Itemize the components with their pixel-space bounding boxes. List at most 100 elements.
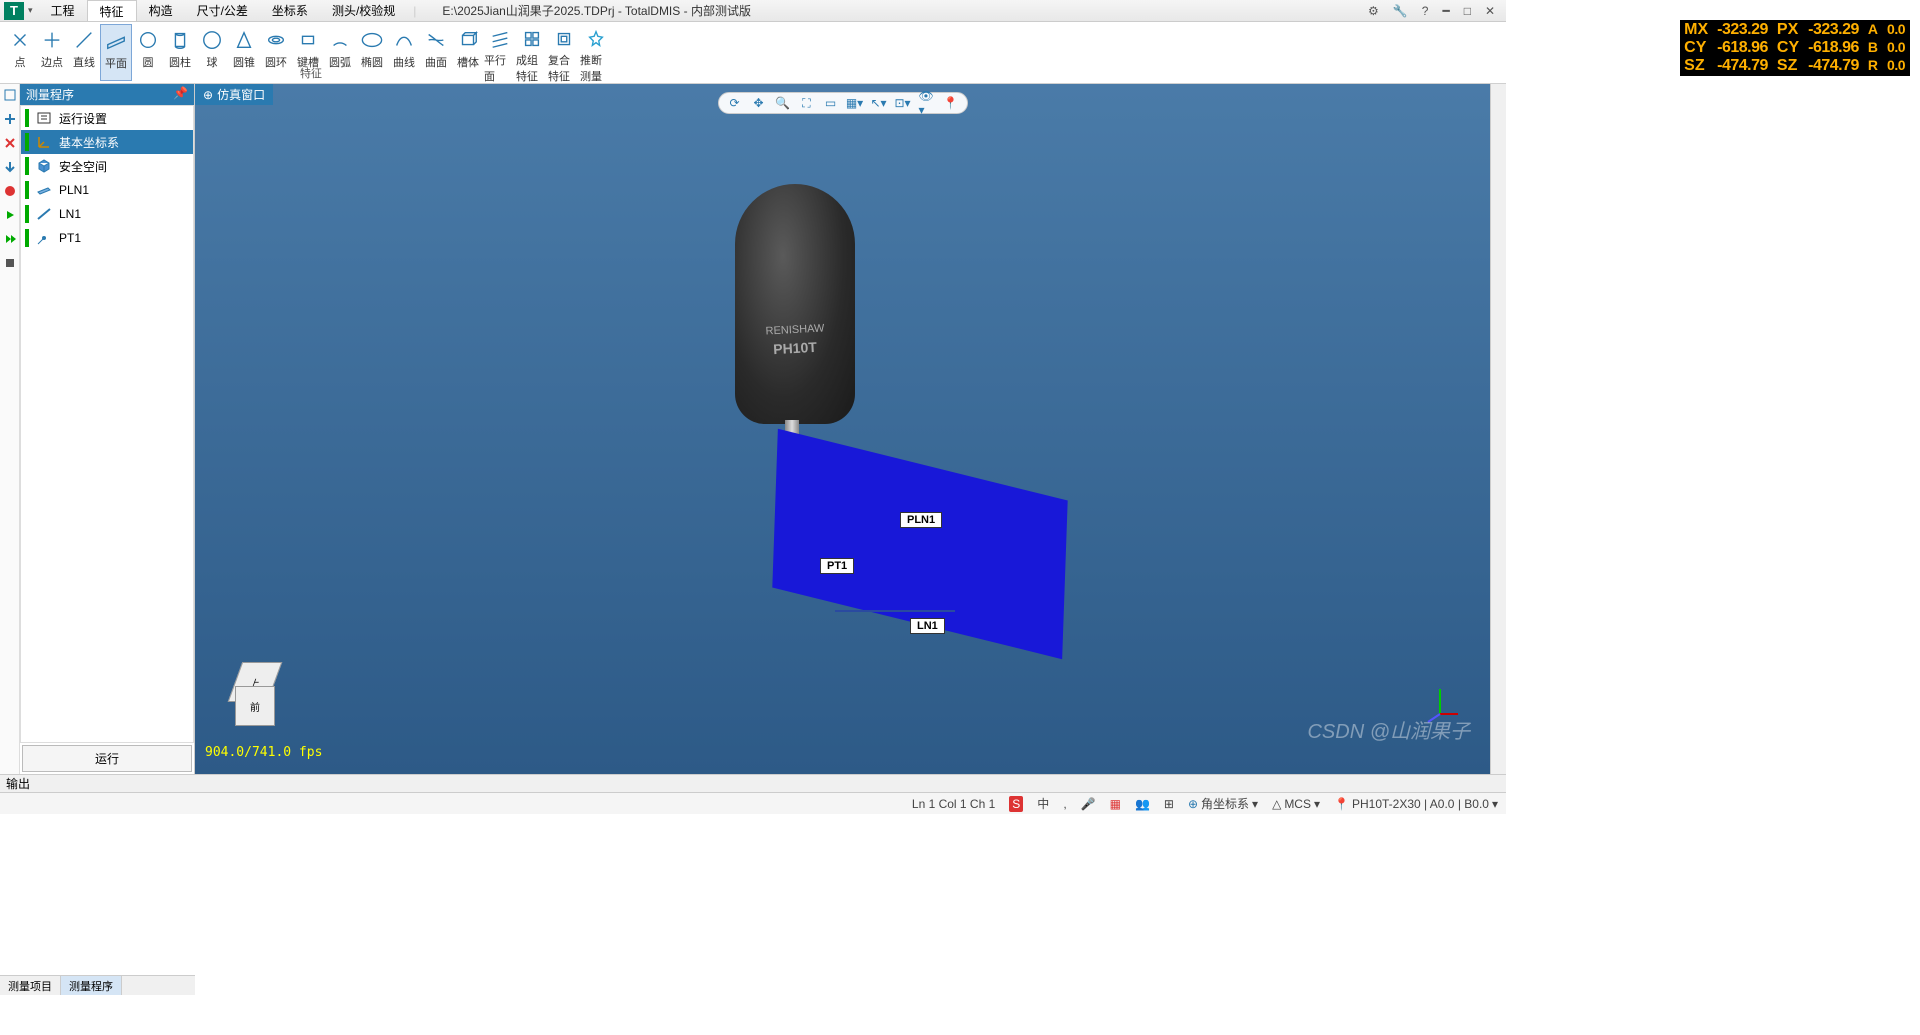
zoom-icon[interactable]: 🔍 [775, 95, 791, 111]
rail-down-icon[interactable] [3, 160, 17, 174]
led-axis-label: SZ [1775, 57, 1801, 75]
led-axis-label: A [1866, 21, 1880, 39]
menu-坐标系[interactable]: 坐标系 [260, 0, 320, 21]
program-panel: 测量程序 📌 运行设置基本坐标系安全空间PLN1LN1PT1 运行 [20, 84, 195, 774]
coord-system[interactable]: ⊕ 角坐标系 ▾ [1188, 795, 1258, 812]
rail-add-icon[interactable] [3, 112, 17, 126]
tree-item-label: 基本坐标系 [59, 134, 119, 151]
ribbon-点[interactable]: 点 [4, 24, 36, 81]
gear-icon[interactable]: ⚙ [1365, 4, 1382, 18]
led-axis-label: PX [1775, 21, 1801, 39]
led-value: -474.79 [1714, 57, 1771, 75]
tab-测量程序[interactable]: 测量程序 [61, 976, 122, 995]
mcs-indicator[interactable]: △ MCS ▾ [1272, 797, 1320, 811]
app-icon[interactable]: T [4, 2, 24, 20]
rail-record-icon[interactable] [3, 184, 17, 198]
tree-item-安全空间[interactable]: 安全空间 [21, 154, 193, 178]
help-icon[interactable]: ? [1419, 4, 1432, 18]
minimize-icon[interactable]: ━ [1439, 4, 1452, 18]
rail-stop-icon[interactable] [3, 256, 17, 270]
tool-icon[interactable]: 🔧 [1390, 4, 1411, 18]
menu-尺寸/公差[interactable]: 尺寸/公差 [185, 0, 260, 21]
point-label[interactable]: PT1 [820, 558, 854, 574]
ribbon-圆锥[interactable]: 圆锥 [228, 24, 260, 81]
ribbon-label: 槽体 [457, 54, 479, 70]
ribbon-label: 边点 [41, 54, 63, 70]
app-menu-dropdown[interactable]: ▾ [28, 5, 33, 16]
ribbon-label: 圆环 [265, 54, 287, 70]
status-grid-icon[interactable]: ▦ [1110, 797, 1121, 811]
ribbon-圆环[interactable]: 圆环 [260, 24, 292, 81]
ribbon-直线[interactable]: 直线 [68, 24, 100, 81]
select-icon[interactable]: ▭ [823, 95, 839, 111]
cursor-icon[interactable]: ↖▾ [871, 95, 887, 111]
rail-delete-icon[interactable] [3, 136, 17, 150]
measure-icon[interactable]: ⊡▾ [895, 95, 911, 111]
fit-icon[interactable]: ⛶ [799, 95, 815, 111]
run-button[interactable]: 运行 [22, 745, 192, 772]
menu-工程[interactable]: 工程 [39, 0, 87, 21]
feature-icon [168, 28, 192, 52]
tree-item-运行设置[interactable]: 运行设置 [21, 106, 193, 130]
viewcube[interactable]: 上 前 [215, 654, 295, 734]
tree-marker [25, 229, 29, 247]
menu-测头/校验规[interactable]: 测头/校验规 [320, 0, 407, 21]
viewport-tab[interactable]: ⊕ 仿真窗口 [195, 84, 273, 105]
viewcube-front[interactable]: 前 [235, 686, 275, 726]
window-title: E:\2025Jian山润果子2025.TDPrj - TotalDMIS - … [442, 2, 751, 19]
ribbon-label: 球 [207, 54, 218, 70]
rail-play-icon[interactable] [3, 208, 17, 222]
right-scrollbar[interactable] [1490, 84, 1506, 774]
ribbon-圆[interactable]: 圆 [132, 24, 164, 81]
status-mic-icon[interactable]: 🎤 [1081, 797, 1096, 811]
feature-icon [8, 28, 32, 52]
maximize-icon[interactable]: □ [1461, 4, 1474, 18]
tree-item-PT1[interactable]: PT1 [21, 226, 193, 250]
pin-icon[interactable]: 📍 [943, 95, 959, 111]
ribbon-槽体[interactable]: 槽体 [452, 24, 484, 81]
line-feature[interactable] [835, 610, 955, 612]
tree-item-PLN1[interactable]: PLN1 [21, 178, 193, 202]
probe-status[interactable]: 📍 PH10T-2X30 | A0.0 | B0.0 ▾ [1334, 797, 1498, 811]
ribbon-推断测量[interactable]: 推断测量 [580, 24, 612, 81]
ribbon-椭圆[interactable]: 椭圆 [356, 24, 388, 81]
plane-label[interactable]: PLN1 [900, 512, 942, 528]
led-axis-label: B [1866, 39, 1880, 57]
ribbon-圆柱[interactable]: 圆柱 [164, 24, 196, 81]
ime-indicator-icon[interactable]: S [1009, 796, 1023, 812]
output-bar[interactable]: 输出 [0, 774, 1506, 792]
refresh-icon[interactable]: ⟳ [727, 95, 743, 111]
ribbon-复合特征[interactable]: 复合特征 [548, 24, 580, 81]
3d-viewport[interactable]: ⊕ 仿真窗口 ⟳ ✥ 🔍 ⛶ ▭ ▦▾ ↖▾ ⊡▾ 👁▾ 📍 RENISHAW … [195, 84, 1490, 774]
ribbon-球[interactable]: 球 [196, 24, 228, 81]
ribbon-平面[interactable]: 平面 [100, 24, 132, 81]
ribbon-边点[interactable]: 边点 [36, 24, 68, 81]
feature-icon [424, 28, 448, 52]
program-tree[interactable]: 运行设置基本坐标系安全空间PLN1LN1PT1 [20, 105, 194, 743]
close-icon[interactable]: ✕ [1482, 4, 1498, 18]
rail-playall-icon[interactable] [3, 232, 17, 246]
ribbon-平行面[interactable]: 平行面 [484, 24, 516, 81]
tree-item-LN1[interactable]: LN1 [21, 202, 193, 226]
panel-pin-icon[interactable]: 📌 [173, 86, 188, 103]
line-label[interactable]: LN1 [910, 618, 945, 634]
line-icon [35, 206, 53, 222]
ribbon-圆弧[interactable]: 圆弧 [324, 24, 356, 81]
status-people-icon[interactable]: 👥 [1135, 797, 1150, 811]
ime-lang[interactable]: 中 [1037, 795, 1049, 812]
move-icon[interactable]: ✥ [751, 95, 767, 111]
visibility-icon[interactable]: 👁▾ [919, 95, 935, 111]
tab-测量项目[interactable]: 测量项目 [0, 976, 61, 995]
ribbon-成组特征[interactable]: 成组特征 [516, 24, 548, 81]
tree-item-基本坐标系[interactable]: 基本坐标系 [21, 130, 193, 154]
led-value: -618.96 [1805, 39, 1862, 57]
layers-icon[interactable]: ▦▾ [847, 95, 863, 111]
rail-expand-icon[interactable] [3, 88, 17, 102]
ribbon-曲面[interactable]: 曲面 [420, 24, 452, 81]
menu-构造[interactable]: 构造 [137, 0, 185, 21]
status-apps-icon[interactable]: ⊞ [1164, 797, 1174, 811]
cube-icon [35, 158, 53, 174]
menu-特征[interactable]: 特征 [87, 0, 137, 21]
status-icon-1[interactable]: , [1063, 797, 1066, 811]
ribbon-曲线[interactable]: 曲线 [388, 24, 420, 81]
